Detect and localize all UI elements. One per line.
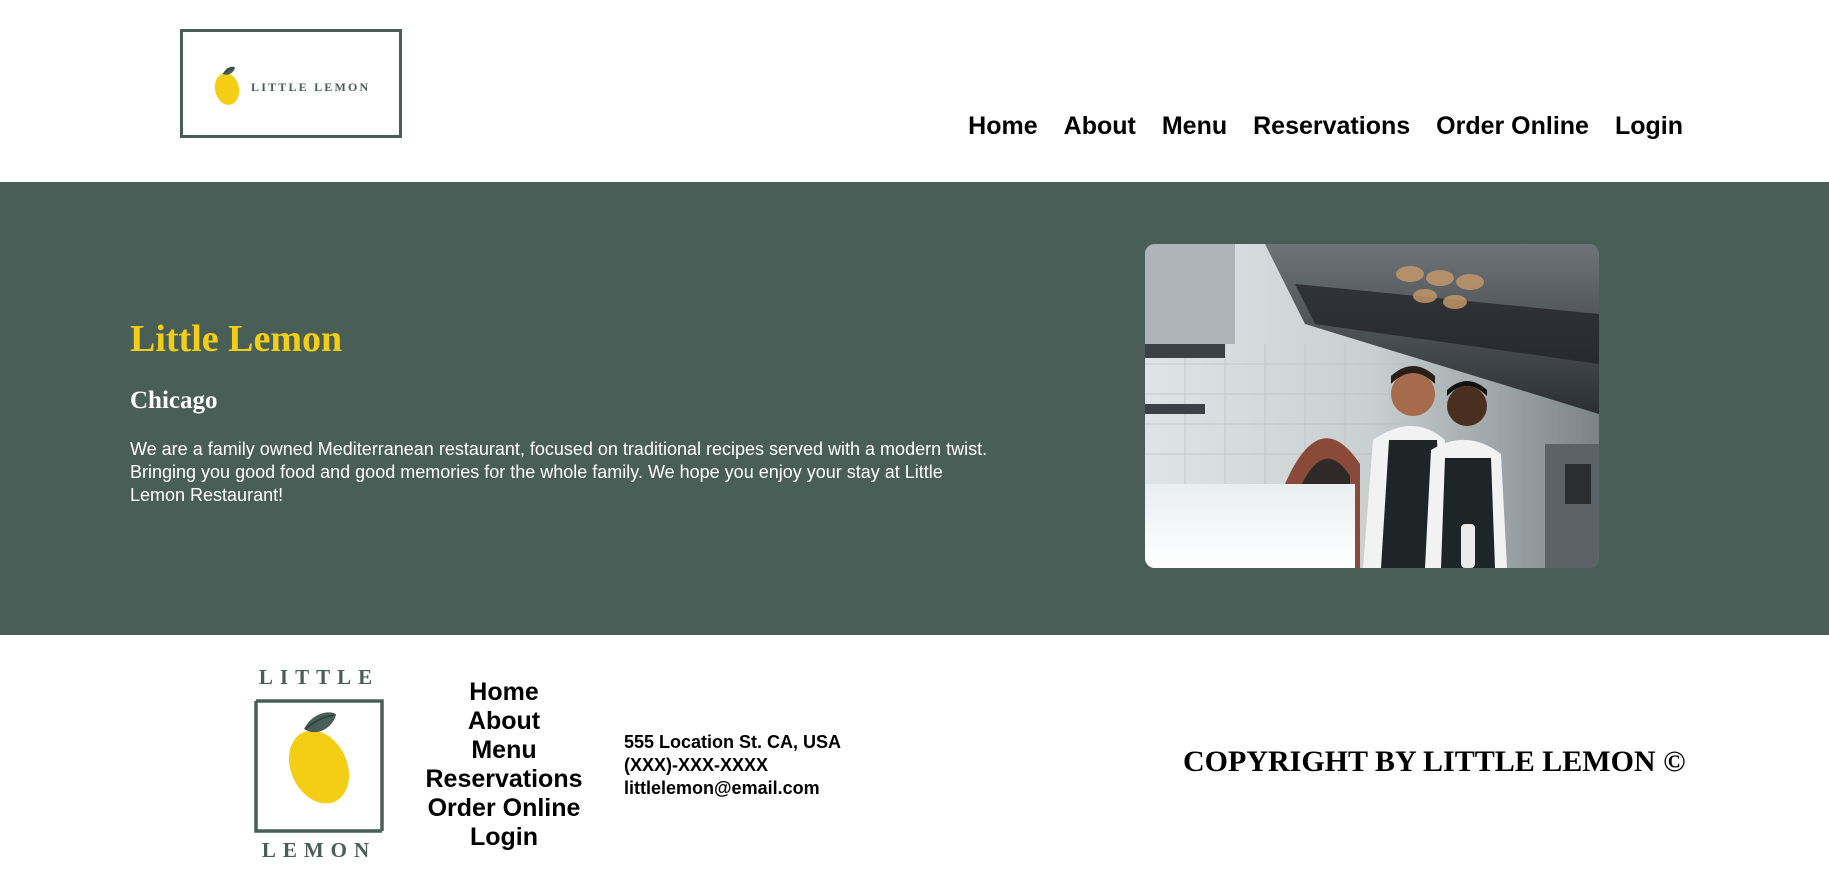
footer-nav-about-link[interactable]: About <box>468 707 540 736</box>
hero-title: Little Lemon <box>130 318 343 360</box>
hero-description: We are a family owned Mediterranean rest… <box>130 439 988 505</box>
hero-section: Little Lemon Chicago We are a family own… <box>0 182 1829 635</box>
footer-nav-menu-link[interactable]: Menu <box>471 736 536 765</box>
contact-phone: (XXX)-XXX-XXXX <box>624 755 769 775</box>
header-logo[interactable]: LITTLE LEMON <box>180 29 402 138</box>
nav-about-link[interactable]: About <box>1064 112 1136 141</box>
site-header: LITTLE LEMON Home About Menu Reservation… <box>0 0 1829 182</box>
footer-logo-bottom-text: LEMON <box>261 838 377 862</box>
footer-nav-order-online-link[interactable]: Order Online <box>428 794 581 823</box>
nav-login-link[interactable]: Login <box>1615 112 1683 141</box>
footer-logo-top-text: LITTLE <box>258 665 380 689</box>
footer-logo[interactable]: LITTLE LEMON <box>254 665 384 865</box>
footer-nav-home-link[interactable]: Home <box>469 678 538 707</box>
contact-address: 555 Location St. CA, USA <box>624 732 842 752</box>
logo-wordmark: LITTLE LEMON <box>251 80 371 94</box>
footer-contact: 555 Location St. CA, USA (XXX)-XXX-XXXX … <box>624 731 841 800</box>
nav-reservations-link[interactable]: Reservations <box>1253 112 1410 141</box>
hero-subtitle: Chicago <box>130 387 218 414</box>
nav-order-online-link[interactable]: Order Online <box>1436 112 1589 141</box>
lemon-icon <box>214 66 240 105</box>
footer-nav-login-link[interactable]: Login <box>470 823 538 852</box>
footer-nav: Home About Menu Reservations Order Onlin… <box>420 678 588 852</box>
lemon-logo-icon <box>254 699 384 833</box>
copyright-text: COPYRIGHT BY LITTLE LEMON © <box>1183 745 1686 778</box>
header-nav: Home About Menu Reservations Order Onlin… <box>968 112 1683 141</box>
nav-menu-link[interactable]: Menu <box>1162 112 1227 141</box>
chefs-in-kitchen-photo <box>1145 244 1599 568</box>
site-footer: LITTLE LEMON Home About Menu Reservation… <box>0 635 1829 893</box>
footer-nav-reservations-link[interactable]: Reservations <box>425 765 582 794</box>
nav-home-link[interactable]: Home <box>968 112 1037 141</box>
contact-email: littlelemon@email.com <box>624 778 820 798</box>
